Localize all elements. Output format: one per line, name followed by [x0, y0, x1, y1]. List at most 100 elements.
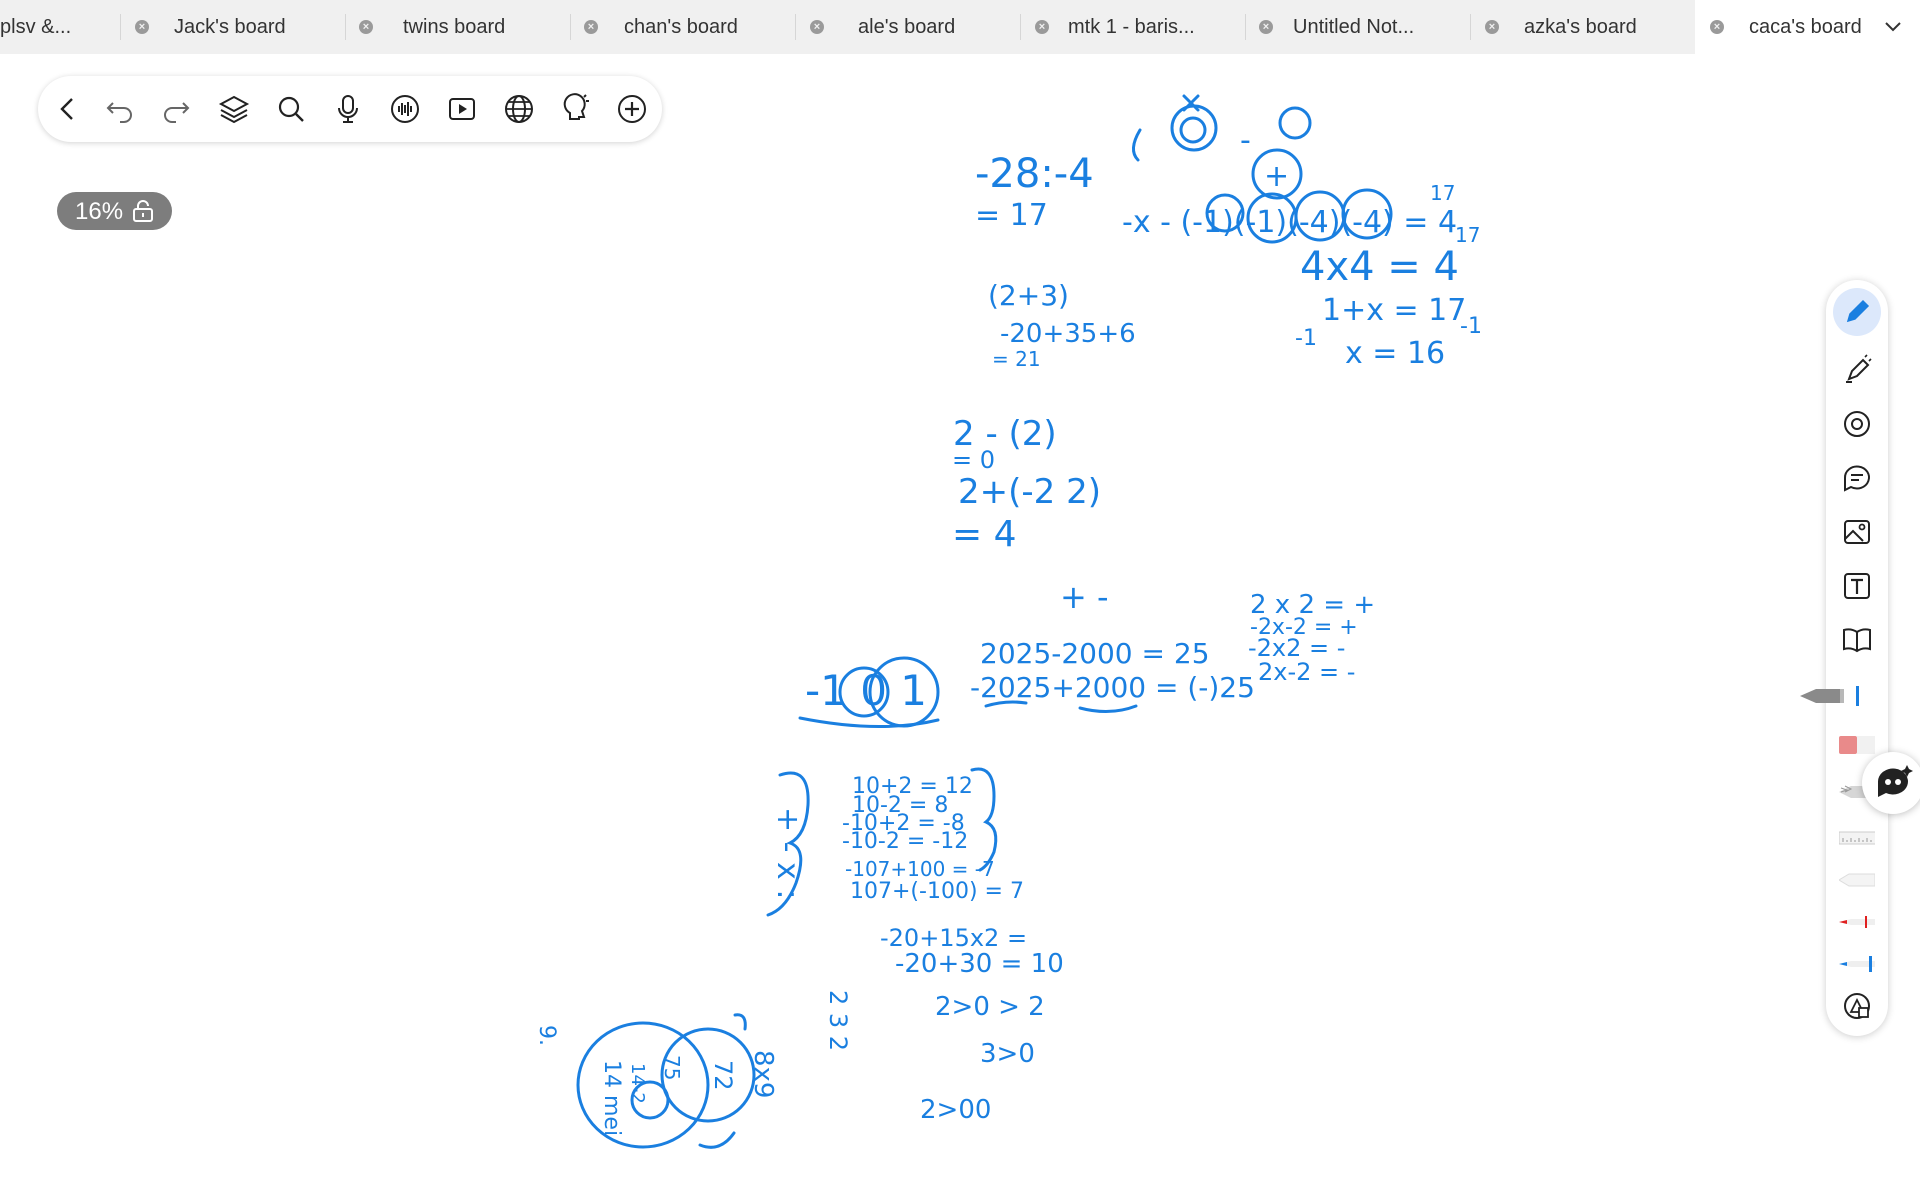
text-button[interactable] [1839, 568, 1875, 604]
main-toolbar [38, 76, 662, 142]
close-icon[interactable]: × [810, 20, 824, 34]
shape-button[interactable] [1839, 988, 1875, 1024]
red-pen-tool [1839, 916, 1875, 928]
video-play-icon [449, 98, 475, 120]
handwriting-text: + - [1060, 578, 1109, 616]
marker-tool [1838, 873, 1876, 887]
back-button[interactable] [50, 91, 86, 127]
highlighter-button[interactable] [1839, 352, 1875, 388]
handwriting-text: 4x4 = 4 [1300, 244, 1459, 290]
handwriting-text: + [1264, 159, 1289, 194]
handwriting-text: (2+3) [988, 279, 1069, 312]
handwriting-text: 17 [1430, 181, 1455, 205]
handwriting-text: 2>00 [920, 1095, 991, 1125]
tab-label: mtk 1 - baris... [1068, 16, 1195, 38]
handwriting-text: -2025+2000 = (-)25 [970, 671, 1255, 704]
ink-stroke [1132, 128, 1142, 162]
handwriting-text: 8x9 [748, 1050, 778, 1098]
tab-twins-board[interactable]: × twins board [346, 0, 570, 54]
tab-label: azka's board [1524, 16, 1637, 38]
close-icon[interactable]: × [584, 20, 598, 34]
close-icon[interactable]: × [1035, 20, 1049, 34]
ruler-button[interactable] [1838, 820, 1880, 856]
tab-mtk-1[interactable]: × mtk 1 - baris... [1021, 0, 1245, 54]
marker-button[interactable] [1838, 862, 1876, 898]
handwriting-text: -28:-4 [975, 151, 1094, 197]
globe-icon [505, 95, 533, 123]
handwriting-text: -1 [1460, 314, 1482, 339]
handwriting-text: -10-2 = -12 [842, 829, 968, 854]
close-icon[interactable]: × [359, 20, 373, 34]
book-icon [1843, 628, 1871, 653]
blue-pen-button[interactable] [1839, 946, 1875, 982]
tab-azkas-board[interactable]: × azka's board [1471, 0, 1695, 54]
ai-assistant-icon [1877, 765, 1913, 797]
highlighter-icon [1846, 354, 1872, 383]
fountain-pen-button[interactable] [1798, 678, 1862, 714]
handwriting-text: x = 16 [1345, 336, 1445, 371]
ruler-tool [1838, 831, 1880, 845]
undo-button[interactable] [102, 91, 138, 127]
tab-chans-board[interactable]: × chan's board [571, 0, 795, 54]
tab-untitled-note[interactable]: × Untitled Not... [1246, 0, 1470, 54]
handwriting-text: - [1240, 123, 1251, 158]
ink-circle [1179, 116, 1207, 144]
add-button[interactable] [614, 91, 650, 127]
ai-assistant-button[interactable] [1862, 752, 1920, 814]
handwriting-text: = 0 [952, 446, 995, 474]
sticky-note-button[interactable] [1839, 460, 1875, 496]
pen-icon [1846, 299, 1870, 323]
tab-label: plsv &... [0, 16, 72, 38]
blue-pen-tool [1839, 956, 1875, 972]
idea-button[interactable] [558, 91, 594, 127]
close-icon[interactable]: × [1485, 20, 1499, 34]
redo-icon [164, 102, 190, 123]
handwriting-text: 2x-2 = - [1258, 658, 1355, 686]
handwriting-text: 72 [709, 1060, 737, 1091]
lock-icon[interactable] [131, 200, 155, 222]
tab-jacks-board[interactable]: × Jack's board [121, 0, 345, 54]
video-button[interactable] [444, 91, 480, 127]
tab-plsv[interactable]: plsv &... [0, 0, 120, 54]
red-pen-button[interactable] [1839, 904, 1875, 940]
tool-palette [1800, 280, 1893, 1036]
handwriting-text: 9. [534, 1025, 559, 1046]
tab-label: caca's board [1749, 16, 1862, 38]
tab-label: twins board [403, 16, 506, 38]
layers-icon [218, 95, 250, 124]
handwriting-text: 14 mei [599, 1060, 624, 1136]
audio-wave-icon [391, 95, 419, 123]
tab-label: ale's board [858, 16, 956, 38]
chevron-down-icon[interactable] [1882, 16, 1904, 38]
redo-button[interactable] [158, 91, 194, 127]
tab-ales-board[interactable]: × ale's board [796, 0, 1020, 54]
sticky-note-icon [1843, 465, 1870, 492]
pen-button[interactable] [1839, 294, 1875, 330]
book-button[interactable] [1839, 622, 1875, 658]
handwriting-text: = 17 [975, 198, 1048, 233]
microphone-button[interactable] [330, 91, 366, 127]
close-icon[interactable]: × [1259, 20, 1273, 34]
audio-button[interactable] [387, 91, 423, 127]
zoom-indicator[interactable]: 16% [57, 192, 172, 230]
search-button[interactable] [273, 91, 309, 127]
close-icon[interactable]: × [135, 20, 149, 34]
handwriting-text: = 21 [992, 347, 1041, 371]
lasso-button[interactable] [1839, 406, 1875, 442]
board-canvas[interactable]: -28:-4 = 17 + - -x - (-1)(-1)(-4)(-4) = … [0, 54, 1920, 1200]
tab-label: chan's board [624, 16, 738, 38]
handwriting-text: -20+15x2 = [880, 924, 1027, 952]
image-button[interactable] [1839, 514, 1875, 550]
web-button[interactable] [501, 91, 537, 127]
ink-stroke [1182, 94, 1200, 112]
fountain-pen-tool [1800, 686, 1859, 706]
search-icon [278, 96, 304, 122]
back-icon [60, 98, 73, 120]
handwriting-text: 17 [1455, 223, 1480, 247]
zoom-level: 16% [75, 198, 124, 225]
handwriting-text: 107+(-100) = 7 [850, 879, 1024, 904]
handwriting-text: 2025-2000 = 25 [980, 637, 1210, 670]
close-icon[interactable]: × [1710, 20, 1724, 34]
handwriting-text: 14-2 [627, 1063, 648, 1104]
layers-button[interactable] [216, 91, 252, 127]
